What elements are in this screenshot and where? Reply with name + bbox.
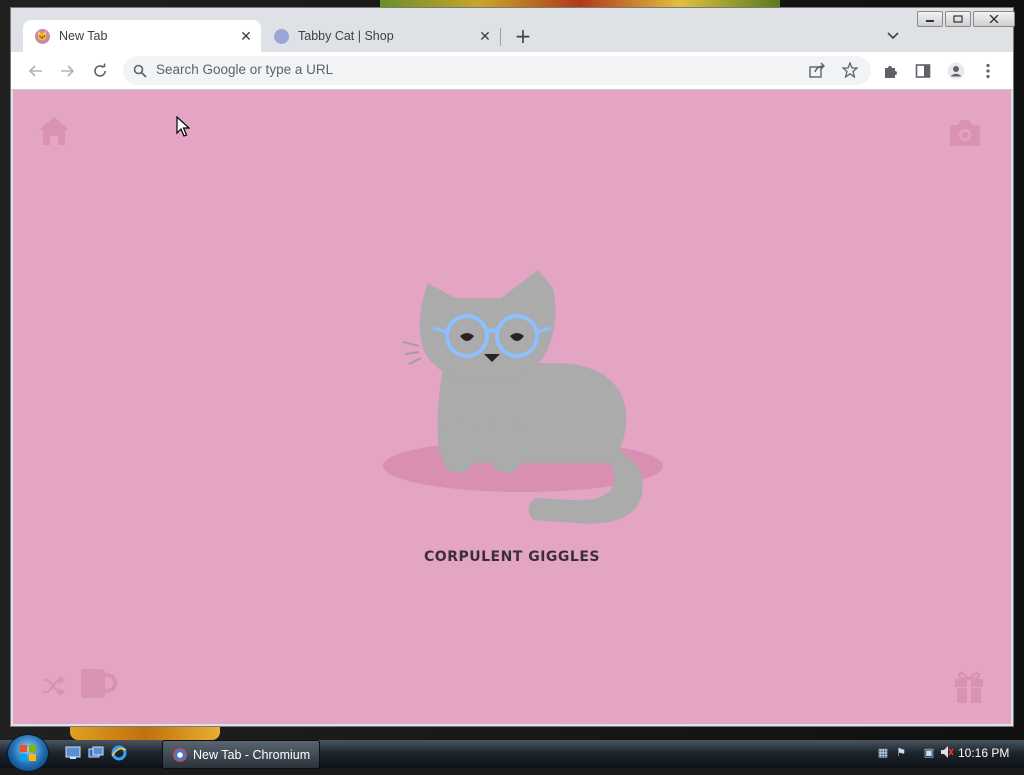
taskbar-item-label: New Tab - Chromium — [193, 747, 311, 762]
browser-toolbar: Search Google or type a URL — [11, 52, 1013, 90]
new-tab-button[interactable]: + — [511, 24, 535, 48]
close-window-button[interactable] — [973, 11, 1015, 27]
taskbar-clock[interactable]: 10:16 PM — [958, 746, 1009, 760]
tabby-cat-shop-favicon — [274, 28, 289, 44]
reload-button[interactable] — [87, 58, 113, 84]
mug-icon[interactable] — [79, 666, 118, 704]
camera-icon[interactable] — [947, 118, 983, 152]
bookmark-star-icon[interactable] — [841, 61, 859, 82]
chromium-icon — [173, 747, 187, 762]
forward-button[interactable] — [54, 58, 80, 84]
tab-strip: 🐱 New Tab ✕ Tabby Cat | Shop ✕ + — [11, 8, 1015, 52]
show-desktop-icon[interactable] — [64, 745, 82, 761]
tab-title: New Tab — [59, 29, 108, 43]
maximize-button[interactable] — [945, 11, 971, 27]
window-controls — [915, 11, 1015, 27]
close-tab-icon[interactable]: ✕ — [237, 27, 255, 45]
chromium-window: 🐱 New Tab ✕ Tabby Cat | Shop ✕ + Search … — [11, 8, 1015, 726]
side-panel-icon[interactable] — [910, 58, 936, 84]
network-icon[interactable]: ▣ — [922, 744, 936, 760]
cat-name-label: CORPULENT GIGGLES — [424, 549, 600, 565]
internet-explorer-icon[interactable] — [110, 745, 128, 761]
back-button[interactable] — [23, 58, 49, 84]
omnibox-placeholder: Search Google or type a URL — [156, 62, 334, 77]
menu-kebab-icon[interactable] — [975, 58, 1001, 84]
start-button[interactable] — [8, 735, 48, 771]
profile-avatar-icon[interactable] — [943, 58, 969, 84]
tab-separator — [500, 28, 501, 46]
tab-search-chevron-icon[interactable] — [883, 26, 903, 46]
volume-muted-icon[interactable] — [940, 744, 954, 760]
extensions-puzzle-icon[interactable] — [878, 58, 904, 84]
tray-security-icon[interactable]: ⚑ — [894, 744, 908, 760]
minimize-button[interactable] — [917, 11, 943, 27]
tabby-cat-favicon: 🐱 — [35, 28, 50, 44]
share-icon[interactable] — [809, 62, 826, 82]
omnibox[interactable]: Search Google or type a URL — [123, 56, 871, 85]
tab-title: Tabby Cat | Shop — [298, 29, 394, 43]
windows-logo-icon — [20, 745, 36, 761]
home-icon[interactable] — [37, 115, 71, 151]
gift-icon[interactable] — [953, 668, 985, 708]
taskbar-item-chromium[interactable]: New Tab - Chromium — [162, 740, 320, 769]
tray-app-icon[interactable]: ▦ — [876, 744, 890, 760]
mouse-pointer-icon — [176, 116, 190, 137]
close-tab-icon[interactable]: ✕ — [476, 27, 494, 45]
tabby-cat-illustration[interactable] — [383, 258, 673, 528]
new-tab-page: CORPULENT GIGGLES — [13, 90, 1011, 724]
switch-windows-icon[interactable] — [87, 745, 105, 761]
tab-new-tab[interactable]: 🐱 New Tab ✕ — [23, 20, 261, 52]
tab-tabby-cat-shop[interactable]: Tabby Cat | Shop ✕ — [262, 20, 500, 52]
search-icon — [133, 63, 147, 82]
shuffle-icon[interactable] — [41, 676, 65, 700]
